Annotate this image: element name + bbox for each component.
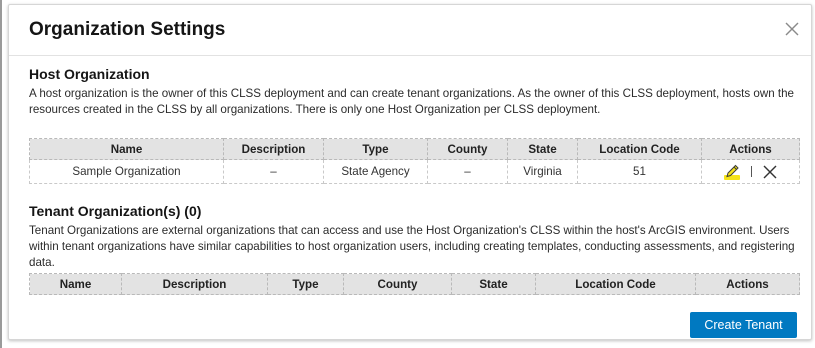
col-header-state: State [451,273,536,295]
col-header-description: Description [121,273,268,295]
organization-settings-dialog: Organization Settings Host Organization … [8,4,812,340]
window-edge [0,0,2,348]
host-table-header: Name Description Type County State Locat… [29,138,800,160]
action-separator [751,166,752,177]
col-header-type: Type [267,273,344,295]
col-header-county: County [343,273,452,295]
host-organization-table: Name Description Type County State Locat… [29,138,800,184]
cell-state: Virginia [507,159,578,184]
col-header-description: Description [223,138,324,160]
table-row: Sample Organization – State Agency – Vir… [29,159,800,184]
cell-type: State Agency [323,159,428,184]
col-header-state: State [507,138,578,160]
create-tenant-button[interactable]: Create Tenant [690,312,797,338]
col-header-name: Name [29,273,122,295]
col-header-actions: Actions [701,138,800,160]
col-header-location-code: Location Code [577,138,702,160]
edit-icon[interactable] [723,163,741,181]
cell-description: – [223,159,324,184]
row-actions [706,160,795,183]
host-section-title: Host Organization [29,66,150,82]
tenant-section-description: Tenant Organizations are external organi… [29,224,795,269]
col-header-county: County [427,138,508,160]
title-separator [9,55,811,56]
cell-location-code: 51 [577,159,702,184]
tenant-organization-table: Name Description Type County State Locat… [29,273,800,295]
col-header-name: Name [29,138,224,160]
tenant-table-header: Name Description Type County State Locat… [29,273,800,295]
tenant-section-title: Tenant Organization(s) (0) [29,203,202,219]
close-icon[interactable] [762,164,778,180]
close-icon [785,22,799,36]
close-button[interactable] [781,18,803,40]
host-section-description: A host organization is the owner of this… [29,87,794,116]
col-header-actions: Actions [695,273,800,295]
cell-county: – [427,159,508,184]
col-header-type: Type [323,138,428,160]
cell-actions [701,159,800,184]
cell-name: Sample Organization [29,159,224,184]
col-header-location-code: Location Code [535,273,696,295]
dialog-title: Organization Settings [29,19,226,40]
